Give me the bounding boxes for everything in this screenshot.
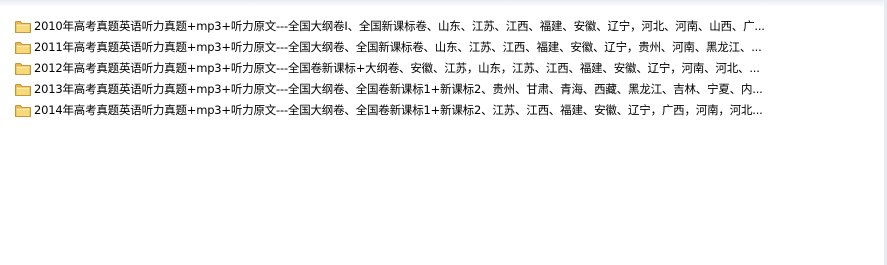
file-name: 2014年高考真题英语听力真题+mp3+听力原文---全国大纲卷、全国卷新课标1… [34,103,763,117]
folder-icon [15,104,31,117]
list-item[interactable]: 2013年高考真题英语听力真题+mp3+听力原文---全国大纲卷、全国卷新课标1… [0,79,887,100]
file-list-pane: 2010年高考真题英语听力真题+mp3+听力原文---全国大纲卷I、全国新课标卷… [0,0,887,265]
list-item[interactable]: 2014年高考真题英语听力真题+mp3+听力原文---全国大纲卷、全国卷新课标1… [0,100,887,121]
folder-icon [15,62,31,75]
file-name: 2012年高考真题英语听力真题+mp3+听力原文---全国卷新课标+大纲卷、安徽… [34,61,760,75]
folder-icon [15,41,31,54]
folder-icon [15,83,31,96]
file-name: 2011年高考真题英语听力真题+mp3+听力原文---全国大纲卷、全国新课标卷、… [34,40,762,54]
folder-icon [15,20,31,33]
list-item[interactable]: 2012年高考真题英语听力真题+mp3+听力原文---全国卷新课标+大纲卷、安徽… [0,58,887,79]
file-name: 2010年高考真题英语听力真题+mp3+听力原文---全国大纲卷I、全国新课标卷… [34,19,765,33]
file-list: 2010年高考真题英语听力真题+mp3+听力原文---全国大纲卷I、全国新课标卷… [0,16,887,121]
pane-top-border [0,0,887,7]
file-name: 2013年高考真题英语听力真题+mp3+听力原文---全国大纲卷、全国卷新课标1… [34,82,763,96]
list-item[interactable]: 2010年高考真题英语听力真题+mp3+听力原文---全国大纲卷I、全国新课标卷… [0,16,887,37]
list-item[interactable]: 2011年高考真题英语听力真题+mp3+听力原文---全国大纲卷、全国新课标卷、… [0,37,887,58]
